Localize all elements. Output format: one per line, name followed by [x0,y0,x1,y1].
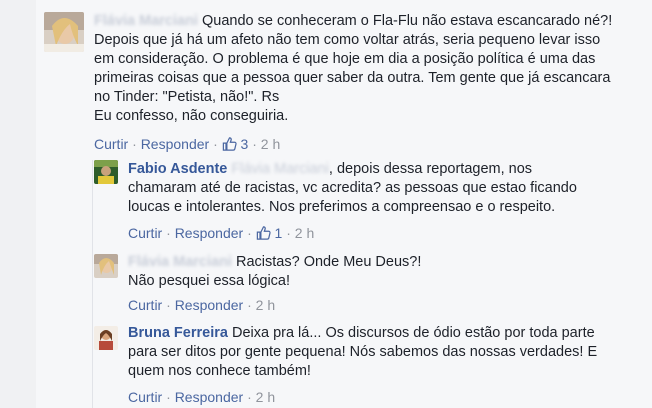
thumbs-up-icon [256,226,271,240]
reply-link[interactable]: Responder [175,297,244,313]
like-link[interactable]: Curtir [128,225,162,241]
comment-actions: Curtir · Responder · 2 h [128,297,276,313]
timestamp[interactable]: 2 h [256,389,275,405]
avatar[interactable] [94,326,118,350]
reply-link[interactable]: Responder [175,225,244,241]
like-link[interactable]: Curtir [128,389,162,405]
comment-body: Flávia Marciani Quando se conheceram o F… [94,12,614,126]
comment-author[interactable]: Flávia Marciani [94,13,198,29]
timestamp[interactable]: 2 h [295,225,314,241]
user-photo-icon [94,326,118,350]
timestamp[interactable]: 2 h [256,297,275,313]
like-link[interactable]: Curtir [94,136,128,152]
timestamp[interactable]: 2 h [261,136,280,152]
like-count-value: 1 [274,225,283,241]
comment-actions: Curtir · Responder · 2 h [128,389,276,405]
comment-body: Bruna Ferreira Deixa pra lá... Os discur… [128,324,603,381]
user-photo-icon [94,254,118,278]
comment-author[interactable]: Bruna Ferreira [128,325,228,341]
comment-body: Fabio Asdente Flávia Marciani, depois de… [128,160,598,217]
like-count[interactable]: 1 [256,225,287,241]
comment-body: Flávia Marciani Racistas? Onde Meu Deus?… [128,253,428,291]
comment-author[interactable]: Flávia Marciani [128,254,232,270]
thumbs-up-icon [222,137,237,151]
user-photo-icon [44,12,84,52]
avatar[interactable] [44,12,84,52]
avatar[interactable] [94,160,118,184]
mention[interactable]: Flávia Marciani [231,161,329,177]
reply-thread-line [92,160,93,408]
user-photo-icon [94,160,118,184]
comment-actions: Curtir · Responder · 3 · 2 h [94,136,281,152]
like-count-value: 3 [240,136,249,152]
like-count[interactable]: 3 [222,136,253,152]
reply-link[interactable]: Responder [141,136,210,152]
comment-author[interactable]: Fabio Asdente [128,161,227,177]
comment-actions: Curtir · Responder · 1 · 2 h [128,225,315,241]
comment-text-line2: Eu confesso, não conseguiria. [94,108,289,124]
like-link[interactable]: Curtir [128,297,162,313]
reply-link[interactable]: Responder [175,389,244,405]
avatar[interactable] [94,254,118,278]
